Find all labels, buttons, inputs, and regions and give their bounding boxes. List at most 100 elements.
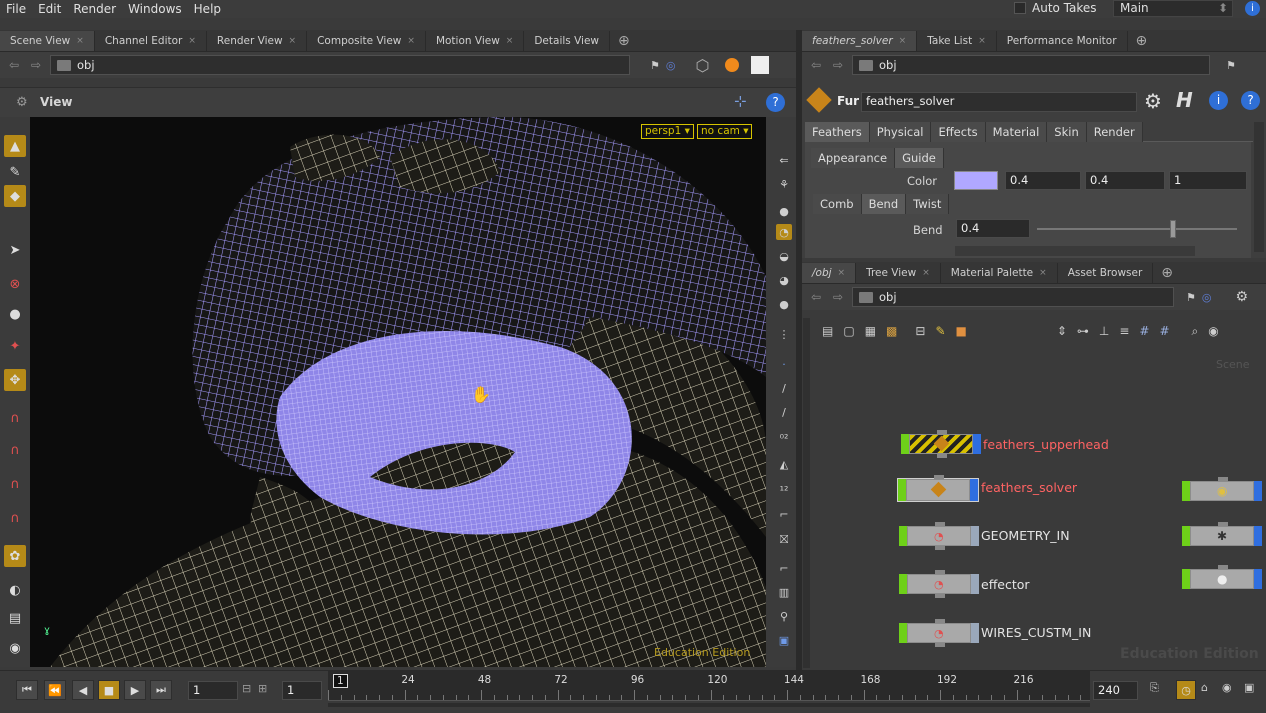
audio-icon[interactable]: ⌂ [1201, 681, 1208, 694]
pin-icon[interactable]: ⚑ [1186, 291, 1196, 304]
node-body[interactable]: ◔ [907, 526, 971, 546]
node-render-flag[interactable] [970, 479, 978, 501]
snapshot-tool-icon[interactable]: ▤ [4, 607, 26, 629]
list-icon[interactable]: ▤ [822, 324, 833, 338]
display-icon-15[interactable]: ⌐ [776, 506, 792, 522]
menu-file[interactable]: File [0, 2, 32, 16]
node-render-flag[interactable] [1254, 526, 1262, 546]
stack-icon[interactable]: ≡ [1119, 324, 1129, 338]
close-icon[interactable]: × [899, 31, 907, 51]
param-path-field[interactable]: obj [852, 55, 1210, 75]
render-tool-icon[interactable]: ✿ [4, 545, 26, 567]
display-icon-2[interactable]: ⚘ [776, 176, 792, 192]
timeline-scrollbar[interactable] [328, 703, 1090, 707]
tab-tree-view[interactable]: Tree View × [856, 263, 941, 283]
node-label[interactable]: GEOMETRY_IN [981, 528, 1070, 543]
tab-details-view[interactable]: Details View [524, 31, 610, 51]
param-scrollbar[interactable] [1254, 122, 1264, 252]
node-effector[interactable]: ◔ [899, 570, 979, 598]
box-icon[interactable]: ■ [956, 324, 967, 338]
tab-bend[interactable]: Bend [861, 194, 907, 214]
node-body[interactable] [909, 434, 973, 454]
info-icon[interactable]: i [1209, 91, 1228, 110]
node-render-flag[interactable] [971, 574, 979, 594]
node-label[interactable]: WIRES_CUSTM_IN [981, 625, 1091, 640]
color-r-field[interactable]: 0.4 [1005, 171, 1081, 190]
forward-arrow-icon[interactable]: ⇨ [830, 58, 846, 72]
magnet-tool-icon-1[interactable]: ∩ [4, 407, 26, 429]
menu-windows[interactable]: Windows [122, 2, 188, 16]
color-swatch[interactable] [954, 171, 998, 190]
display-icon-6[interactable]: ◕ [776, 272, 792, 288]
branch-icon[interactable]: ⊥ [1099, 324, 1109, 338]
link-icon[interactable]: ◎ [1202, 291, 1212, 304]
node-label[interactable]: feathers_solver [981, 480, 1077, 495]
snap-grid-icon[interactable]: # [1159, 324, 1169, 338]
node-render-flag[interactable] [1254, 569, 1262, 589]
view-options-icon[interactable]: ⚙ [16, 95, 28, 110]
page-icon[interactable]: ▢ [843, 324, 854, 338]
cube-icon[interactable]: ⬡ [695, 56, 709, 75]
node-display-flag[interactable] [899, 526, 907, 546]
node-display-flag[interactable] [899, 623, 907, 643]
display-icon-20[interactable]: ▣ [776, 632, 792, 648]
viewport[interactable]: persp1 ▾ no cam ▾ ✋ ɣ Education Edition [30, 117, 766, 667]
end-frame-field[interactable]: 240 [1093, 681, 1138, 700]
node-wires-custm-in[interactable]: ◔ [899, 619, 979, 647]
link-icon[interactable]: ◎ [666, 59, 676, 72]
node-feathers-solver[interactable] [897, 475, 979, 502]
tab-composite-view[interactable]: Composite View × [307, 31, 426, 51]
node-display-flag[interactable] [899, 574, 907, 594]
display-icon-4[interactable]: ◔ [776, 224, 792, 240]
menu-edit[interactable]: Edit [32, 2, 67, 16]
axis-icon[interactable]: ⊹ [734, 92, 747, 110]
houdini-h-icon[interactable]: H [1176, 88, 1193, 112]
stop-icon[interactable]: ■ [98, 680, 120, 700]
node-output[interactable] [935, 594, 945, 598]
grid-icon[interactable]: # [1139, 324, 1149, 338]
table-icon[interactable]: ▦ [865, 324, 876, 338]
display-icon-14[interactable]: ¹² [776, 482, 792, 498]
close-icon[interactable]: × [922, 263, 930, 283]
step-field[interactable]: 1 [282, 681, 322, 700]
keys-icon[interactable]: ◉ [1222, 681, 1232, 694]
node-display-flag[interactable] [1182, 569, 1190, 589]
display-icon-12[interactable]: ⁰² [776, 430, 792, 446]
node-body[interactable]: ◔ [907, 574, 971, 594]
paint-tool-icon[interactable]: ◆ [4, 185, 26, 207]
display-icon-18[interactable]: ▥ [776, 584, 792, 600]
pointer-icon[interactable]: ➤ [4, 239, 26, 261]
help-icon[interactable]: ? [1241, 91, 1260, 110]
add-tab-icon[interactable]: ⊕ [1128, 31, 1156, 51]
step-plus-icon[interactable]: ⊞ [258, 682, 267, 695]
zoom-icon[interactable]: ⌕ [1192, 324, 1199, 339]
gear-icon[interactable]: ⚙ [1235, 289, 1248, 305]
timeline-ruler[interactable]: 1 24 48 72 96 120 144 168 192 216 [328, 671, 1090, 701]
eye-icon[interactable]: ◉ [1208, 324, 1218, 338]
close-icon[interactable]: × [978, 31, 986, 51]
pose-tool-icon[interactable]: ● [4, 303, 26, 325]
display-icon-5[interactable]: ◒ [776, 248, 792, 264]
bend-slider-track[interactable] [1037, 228, 1237, 230]
tab-render-view[interactable]: Render View × [207, 31, 308, 51]
tab-material-palette[interactable]: Material Palette × [941, 263, 1058, 283]
forward-arrow-icon[interactable]: ⇨ [28, 58, 44, 72]
back-arrow-icon[interactable]: ⇦ [6, 58, 22, 72]
node-label[interactable]: effector [981, 577, 1030, 592]
auto-takes-checkbox[interactable] [1014, 2, 1026, 14]
clock-icon[interactable]: ◷ [1176, 680, 1196, 700]
options-icon[interactable]: ▣ [1244, 681, 1254, 694]
close-icon[interactable]: × [1039, 263, 1047, 283]
tab-asset-browser[interactable]: Asset Browser [1058, 263, 1154, 283]
display-icon-16[interactable]: ⛝ [776, 532, 792, 548]
tab-material[interactable]: Material [985, 122, 1048, 142]
play-reverse-icon[interactable]: ◀ [72, 680, 94, 700]
color-g-field[interactable]: 0.4 [1085, 171, 1165, 190]
color-b-field[interactable]: 1 [1169, 171, 1247, 190]
tab-appearance[interactable]: Appearance [811, 148, 896, 168]
tab-motion-view[interactable]: Motion View × [426, 31, 525, 51]
magnet-tool-icon-4[interactable]: ∩ [4, 507, 26, 529]
tab-feathers[interactable]: Feathers [805, 122, 870, 142]
menu-render[interactable]: Render [67, 2, 122, 16]
jump-start-icon[interactable]: ⏮ [16, 680, 38, 700]
